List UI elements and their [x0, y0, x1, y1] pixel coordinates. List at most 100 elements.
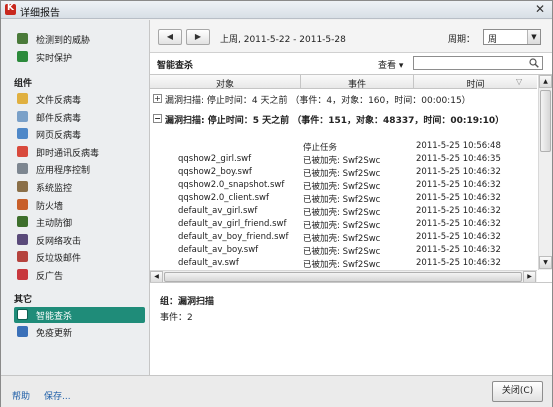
sidebar-item-label: 系统监控: [36, 184, 73, 194]
cell-object: default_av_boy_friend.swf: [178, 232, 289, 242]
view-menu[interactable]: 查看 ▾: [378, 58, 403, 71]
scroll-thumb[interactable]: [540, 90, 551, 152]
cell-time: 2011-5-25 10:46:32: [416, 193, 501, 203]
sidebar-item-label: 邮件反病毒: [36, 113, 82, 124]
table-group-row[interactable]: − 漏洞扫描: 停止时间：5 天之前 （事件：151，对象：48337，时间：00…: [153, 111, 537, 127]
scroll-down-icon[interactable]: ▼: [539, 256, 552, 269]
forward-button[interactable]: ▶: [186, 29, 210, 45]
sidebar-item[interactable]: 实时保护: [14, 49, 144, 65]
events-table: 对象 事件 时间 ▽ + 漏洞扫描: 停止时间：4 天之前 （事件：4，对象：16…: [150, 74, 552, 282]
chat-icon: [17, 145, 28, 157]
table-body: + 漏洞扫描: 停止时间：4 天之前 （事件：4，对象：160，时间：00:00:…: [150, 89, 537, 270]
scroll-right-icon[interactable]: ▶: [523, 271, 536, 282]
spam-icon: [17, 251, 28, 263]
sidebar-item[interactable]: 主动防御: [14, 214, 144, 230]
title-bar: 详细报告 ✕: [1, 1, 552, 19]
close-button[interactable]: 关闭(C): [492, 381, 543, 402]
sidebar-item-label: 实时保护: [36, 54, 73, 64]
search-input[interactable]: [413, 56, 543, 70]
collapse-icon[interactable]: −: [153, 114, 162, 123]
vertical-scrollbar[interactable]: ▲ ▼: [538, 75, 552, 270]
sidebar-item-label: 文件反病毒: [36, 96, 82, 106]
back-button[interactable]: ◀: [158, 29, 182, 45]
sidebar-item[interactable]: 防火墙: [14, 197, 144, 213]
cell-time: 2011-5-25 10:46:32: [416, 258, 501, 268]
update-icon: [17, 326, 28, 337]
cell-time: 2011-5-25 10:46:32: [416, 206, 501, 216]
sidebar-item[interactable]: 反广告: [14, 267, 144, 283]
cell-object: qqshow2.0_snapshot.swf: [178, 180, 285, 190]
group-summary: 漏洞扫描: 停止时间：4 天之前 （事件：4，对象：160，时间：00:00:1…: [165, 96, 471, 106]
period-select-value: 周: [488, 35, 498, 45]
search-icon[interactable]: [529, 58, 539, 68]
help-link[interactable]: 帮助: [12, 389, 30, 402]
cell-time: 2011-5-25 10:46:32: [416, 167, 501, 177]
scroll-up-icon[interactable]: ▲: [539, 75, 552, 88]
sidebar-item-label: 智能查杀: [36, 312, 73, 322]
kaspersky-logo-icon: [5, 3, 16, 15]
scroll-thumb[interactable]: [164, 272, 522, 282]
cell-event: 已被加壳: Swf2Swc: [303, 195, 381, 205]
cell-event: 已被加壳: Swf2Swc: [303, 247, 381, 257]
cell-event: 已被加壳: Swf2Swc: [303, 260, 381, 270]
cell-time: 2011-5-25 10:46:32: [416, 180, 501, 190]
footer-bar: 帮助 保存... 关闭(C): [1, 375, 552, 407]
cell-object: qqshow2_girl.swf: [178, 154, 252, 164]
sidebar-item[interactable]: 免疫更新: [14, 324, 144, 340]
table-row[interactable]: 停止任务 2011-5-25 10:56:48: [150, 140, 537, 153]
sidebar-item[interactable]: 检测到的威胁: [14, 31, 144, 47]
sidebar-item[interactable]: 邮件反病毒: [14, 109, 144, 125]
sidebar-item-label: 主动防御: [36, 219, 73, 230]
gear-icon: [17, 181, 28, 192]
sidebar-item[interactable]: 智能查杀: [14, 307, 145, 323]
horizontal-scrollbar[interactable]: ◀ ▶: [150, 270, 537, 282]
cell-object: default_av_boy.swf: [178, 245, 259, 255]
period-toolbar: ◀ ▶ 上周, 2011-5-22 - 2011-5-28 周期： 周 ▼: [150, 20, 552, 53]
table-row[interactable]: default_av_girl_friend.swf 已被加壳: Swf2Swc 2…: [150, 218, 537, 231]
table-row[interactable]: default_av.swf 已被加壳: Swf2Swc 2011-5-25 10:…: [150, 257, 537, 270]
cell-time: 2011-5-25 10:46:35: [416, 154, 501, 164]
sidebar-item[interactable]: 反网络攻击: [14, 232, 144, 248]
report-window: 详细报告 ✕ 检测到的威胁实时保护组件文件反病毒邮件反病毒网页反病毒即时通讯反病…: [0, 0, 553, 407]
period-select[interactable]: 周 ▼: [483, 29, 541, 45]
window-title: 详细报告: [20, 8, 60, 19]
sidebar-item[interactable]: 应用程序控制: [14, 161, 144, 177]
period-label: 周期：: [448, 35, 476, 45]
main-panel: ◀ ▶ 上周, 2011-5-22 - 2011-5-28 周期： 周 ▼ 智能…: [150, 20, 552, 375]
cell-event: 已被加壳: Swf2Swc: [303, 169, 381, 179]
folder-icon: [17, 93, 28, 104]
table-group-row[interactable]: + 漏洞扫描: 停止时间：4 天之前 （事件：4，对象：160，时间：00:00:…: [153, 91, 537, 107]
sidebar-item-label: 应用程序控制: [36, 166, 91, 177]
table-row[interactable]: default_av_boy_friend.swf 已被加壳: Swf2Swc 20…: [150, 231, 537, 244]
no-ads-icon: [17, 269, 28, 280]
table-row[interactable]: qqshow2.0_client.swf 已被加壳: Swf2Swc 2011-5-…: [150, 192, 537, 205]
sidebar-item-label: 防火墙: [36, 201, 64, 212]
cell-object: default_av_girl_friend.swf: [178, 219, 287, 229]
mail-icon: [17, 110, 28, 122]
table-row[interactable]: qqshow2_boy.swf 已被加壳: Swf2Swc 2011-5-25 10…: [150, 166, 537, 179]
sidebar-item[interactable]: 系统监控: [14, 179, 144, 195]
expand-icon[interactable]: +: [153, 94, 162, 103]
sidebar-item[interactable]: 网页反病毒: [14, 126, 144, 142]
save-link[interactable]: 保存...: [44, 389, 71, 402]
sidebar-item-label: 反网络攻击: [36, 236, 82, 247]
scroll-left-icon[interactable]: ◀: [150, 271, 163, 282]
sidebar-item[interactable]: 反垃圾邮件: [14, 249, 144, 265]
cell-time: 2011-5-25 10:46:32: [416, 245, 501, 255]
sidebar-item-label: 检测到的威胁: [36, 36, 91, 46]
table-row[interactable]: qqshow2.0_snapshot.swf 已被加壳: Swf2Swc 2011-…: [150, 179, 537, 192]
details-event-count: 事件：2: [160, 313, 193, 323]
sidebar-item[interactable]: 即时通讯反病毒: [14, 144, 144, 160]
cell-time: 2011-5-25 10:46:32: [416, 232, 501, 242]
shield-icon: [17, 216, 28, 228]
shield-icon: [17, 33, 28, 44]
firewall-icon: [17, 198, 28, 210]
cell-event: 已被加壳: Swf2Swc: [303, 234, 381, 244]
table-row[interactable]: default_av_girl.swf 已被加壳: Swf2Swc 2011-5-2…: [150, 205, 537, 218]
sidebar-item[interactable]: 文件反病毒: [14, 91, 144, 107]
chevron-down-icon[interactable]: ▼: [527, 30, 540, 44]
table-row[interactable]: default_av_boy.swf 已被加壳: Swf2Swc 2011-5-25…: [150, 244, 537, 257]
close-icon[interactable]: ✕: [535, 2, 545, 16]
table-row[interactable]: qqshow2_girl.swf 已被加壳: Swf2Swc 2011-5-25 1…: [150, 153, 537, 166]
globe-icon: [17, 128, 28, 140]
